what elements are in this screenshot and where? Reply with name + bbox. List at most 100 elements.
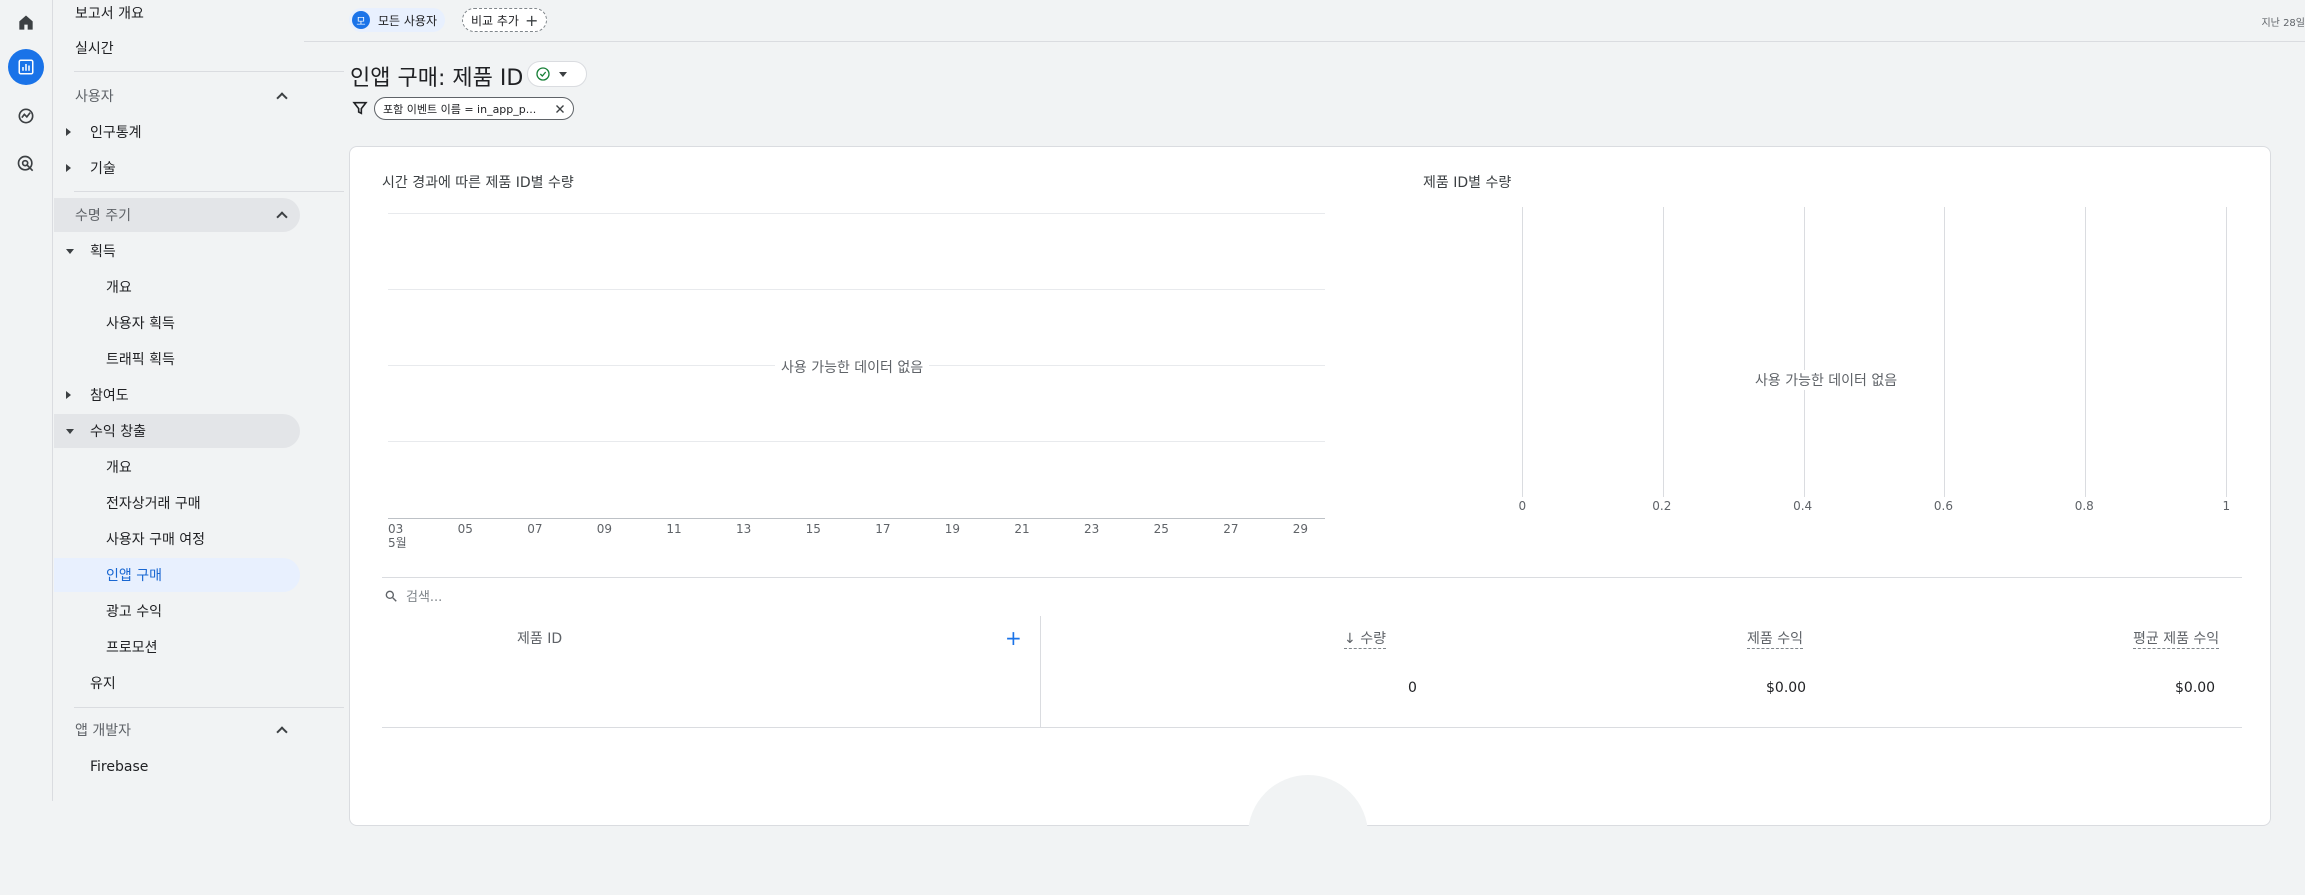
column-divider [1040, 616, 1041, 728]
x-tick-label: 1 [2222, 499, 2231, 513]
nav-demographics[interactable]: 인구통계 [54, 115, 300, 149]
gridline [388, 213, 1325, 214]
gridline [2085, 207, 2087, 497]
gridline [388, 441, 1325, 442]
nav-user-acquisition[interactable]: 사용자 획득 [54, 306, 300, 340]
x-tick-label: 29 [1292, 522, 1309, 536]
nav-retention[interactable]: 유지 [54, 666, 300, 700]
nav-section-user[interactable]: 사용자 [54, 79, 300, 113]
x-tick-label: 27 [1223, 522, 1239, 536]
nav-divider [74, 707, 344, 708]
x-tick-label: 15 [805, 522, 821, 536]
report-status-dropdown[interactable] [527, 61, 587, 87]
x-tick-label: 25 [1153, 522, 1169, 536]
total-product-revenue: $0.00 [1766, 680, 1807, 696]
bar-chart-title: 제품 ID별 수량 [1423, 175, 1512, 191]
nav-realtime[interactable]: 실시간 [54, 31, 300, 65]
x-tick-label: 05 [457, 522, 473, 536]
chevron-up-icon [276, 726, 288, 738]
nav-section-app-developer[interactable]: 앱 개발자 [54, 713, 300, 747]
nav-divider [74, 71, 344, 72]
reports-icon[interactable] [8, 49, 44, 85]
x-tick-label: 17 [875, 522, 891, 536]
chevron-up-icon [276, 92, 288, 104]
caret-right-icon [66, 164, 71, 172]
explore-icon[interactable] [8, 98, 44, 134]
nav-ecommerce[interactable]: 전자상거래 구매 [54, 486, 300, 520]
icon-rail [0, 0, 53, 801]
gridline [388, 289, 1325, 290]
x-tick-label: 13 [736, 522, 752, 536]
caret-right-icon [66, 391, 71, 399]
total-quantity: 0 [1408, 680, 1417, 696]
nav-firebase[interactable]: Firebase [54, 750, 300, 784]
x-tick-label: 07 [527, 522, 543, 536]
gridline [1522, 207, 1523, 497]
plus-icon: + [524, 10, 539, 30]
check-circle-icon [536, 67, 550, 81]
x-tick-label: 21 [1014, 522, 1030, 536]
line-chart-month-label: 5월 [388, 536, 407, 550]
avatar: 모 [352, 11, 370, 29]
search-icon [385, 590, 397, 602]
gridline [1944, 207, 1946, 497]
column-header-quantity[interactable]: ↓ 수량 [1344, 628, 1386, 649]
home-icon[interactable] [8, 5, 44, 41]
all-users-chip[interactable]: 모 모든 사용자 [349, 8, 446, 32]
total-avg-product-revenue: $0.00 [2175, 680, 2216, 696]
bar-chart-no-data: 사용 가능한 데이터 없음 [1749, 370, 1904, 390]
search-input[interactable]: 검색... [406, 586, 442, 605]
sort-arrow-down-icon: ↓ [1344, 631, 1361, 647]
nav-engagement[interactable]: 참여도 [54, 378, 300, 412]
x-tick-label: 09 [596, 522, 613, 536]
nav-monetization[interactable]: 수익 창출 [54, 414, 300, 448]
page-title: 인앱 구매: 제품 ID [350, 66, 524, 91]
add-dimension-plus-icon[interactable]: + [1005, 628, 1022, 648]
advertising-icon[interactable] [8, 146, 44, 182]
x-tick-label: 0.4 [1793, 499, 1813, 513]
line-chart-no-data: 사용 가능한 데이터 없음 [775, 357, 930, 377]
report-navigation: 보고서 개요 실시간 사용자 인구통계 기술 수명 주기 획득 개요 사용자 획… [54, 0, 344, 801]
add-comparison-button[interactable]: 비교 추가 + [462, 8, 548, 32]
nav-section-lifecycle[interactable]: 수명 주기 [54, 198, 300, 232]
nav-acquisition[interactable]: 획득 [54, 234, 300, 268]
x-tick-label: 0 [1518, 499, 1527, 513]
gridline [1803, 207, 1805, 497]
chevron-up-icon [276, 211, 288, 223]
filter-icon[interactable] [352, 100, 368, 116]
empty-state-illustration [1248, 775, 1368, 895]
date-range-label[interactable]: 지난 28일 [2261, 14, 2305, 29]
close-icon[interactable] [553, 102, 567, 116]
data-table: 제품 ID + ↓ 수량 제품 수익 평균 제품 수익 0 $0.00 $0.0… [382, 616, 2242, 728]
gridline [1662, 207, 1664, 497]
nav-traffic-acquisition[interactable]: 트래픽 획득 [54, 342, 300, 376]
nav-monetization-overview[interactable]: 개요 [54, 450, 300, 484]
caret-down-icon [66, 248, 74, 254]
nav-ad-revenue[interactable]: 광고 수익 [54, 594, 300, 628]
comparison-bar: 모 모든 사용자 비교 추가 + 지난 28일 [304, 0, 2305, 42]
x-tick-label: 0.8 [2074, 499, 2094, 513]
caret-right-icon [66, 128, 71, 136]
x-tick-label: 23 [1084, 522, 1100, 536]
line-chart-title: 시간 경과에 따른 제품 ID별 수량 [382, 175, 574, 191]
nav-tech[interactable]: 기술 [54, 151, 300, 185]
caret-down-icon [66, 428, 74, 434]
nav-report-overview[interactable]: 보고서 개요 [54, 0, 300, 30]
x-axis-line [388, 518, 1325, 519]
column-header-avg-product-revenue[interactable]: 평균 제품 수익 [2133, 628, 2220, 649]
column-header-product-id[interactable]: 제품 ID [517, 628, 562, 648]
x-tick-label: 0.6 [1933, 499, 1953, 513]
nav-purchase-journey[interactable]: 사용자 구매 여정 [54, 522, 300, 556]
x-tick-label: 19 [944, 522, 961, 536]
caret-down-icon [559, 71, 567, 77]
nav-promotions[interactable]: 프로모션 [54, 630, 300, 664]
nav-in-app-purchases[interactable]: 인앱 구매 [54, 558, 300, 592]
nav-acquisition-overview[interactable]: 개요 [54, 270, 300, 304]
x-tick-label: 0.2 [1652, 499, 1672, 513]
filter-chip[interactable]: 포함 이벤트 이름 = in_app_p... [374, 97, 574, 120]
nav-divider [74, 191, 344, 192]
column-header-product-revenue[interactable]: 제품 수익 [1747, 628, 1803, 649]
gridline [2226, 207, 2227, 497]
table-search[interactable]: 검색... [382, 577, 2242, 613]
x-tick-label: 11 [666, 522, 682, 536]
